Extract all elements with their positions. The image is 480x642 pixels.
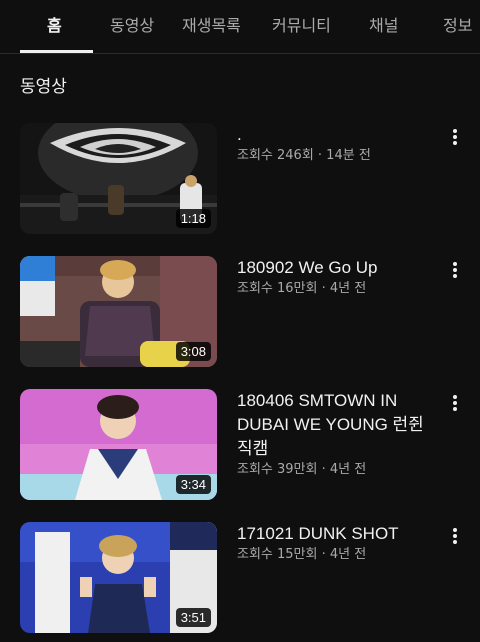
video-meta: 조회수 16만회 · 4년 전	[237, 281, 367, 296]
video-thumbnail[interactable]: 3:08	[20, 256, 217, 367]
video-item[interactable]: 3:34 180406 SMTOWN IN DUBAI WE YOUNG 런쥔직…	[0, 389, 480, 501]
tab-videos[interactable]: 동영상	[110, 0, 154, 53]
video-thumbnail[interactable]: 3:51	[20, 522, 217, 633]
tab-playlists[interactable]: 재생목록	[182, 0, 241, 53]
video-meta: 조회수 246회 · 14분 전	[237, 148, 371, 163]
video-title[interactable]: .	[237, 123, 437, 147]
video-item[interactable]: 1:18 . 조회수 246회 · 14분 전	[0, 123, 480, 235]
more-vert-icon[interactable]	[447, 125, 463, 149]
tab-about[interactable]: 정보	[443, 0, 472, 53]
video-item[interactable]: 3:51 171021 DUNK SHOT 조회수 15만회 · 4년 전	[0, 522, 480, 634]
video-title[interactable]: 180406 SMTOWN IN DUBAI WE YOUNG 런쥔직캠	[237, 389, 437, 461]
channel-tabs: 홈 동영상 재생목록 커뮤니티 채널 정보	[0, 0, 480, 54]
video-title[interactable]: 180902 We Go Up	[237, 256, 437, 280]
video-info: . 조회수 246회 · 14분 전	[237, 123, 437, 165]
video-info: 180406 SMTOWN IN DUBAI WE YOUNG 런쥔직캠 조회수…	[237, 389, 437, 479]
video-duration: 3:34	[175, 475, 211, 494]
video-info: 171021 DUNK SHOT 조회수 15만회 · 4년 전	[237, 522, 437, 564]
active-tab-indicator	[20, 50, 93, 53]
video-info: 180902 We Go Up 조회수 16만회 · 4년 전	[237, 256, 437, 298]
section-title: 동영상	[20, 77, 67, 97]
video-meta: 조회수 15만회 · 4년 전	[237, 547, 367, 562]
tab-community[interactable]: 커뮤니티	[272, 0, 331, 53]
video-duration: 3:51	[175, 608, 211, 627]
more-vert-icon[interactable]	[447, 524, 463, 548]
video-duration: 3:08	[175, 342, 211, 361]
more-vert-icon[interactable]	[447, 258, 463, 282]
tab-home[interactable]: 홈	[47, 0, 62, 53]
video-item[interactable]: 3:08 180902 We Go Up 조회수 16만회 · 4년 전	[0, 256, 480, 368]
video-thumbnail[interactable]: 1:18	[20, 123, 217, 234]
video-duration: 1:18	[175, 209, 211, 228]
video-meta: 조회수 39만회 · 4년 전	[237, 462, 367, 477]
tab-channel[interactable]: 채널	[369, 0, 398, 53]
video-thumbnail[interactable]: 3:34	[20, 389, 217, 500]
video-title[interactable]: 171021 DUNK SHOT	[237, 522, 437, 546]
more-vert-icon[interactable]	[447, 391, 463, 415]
